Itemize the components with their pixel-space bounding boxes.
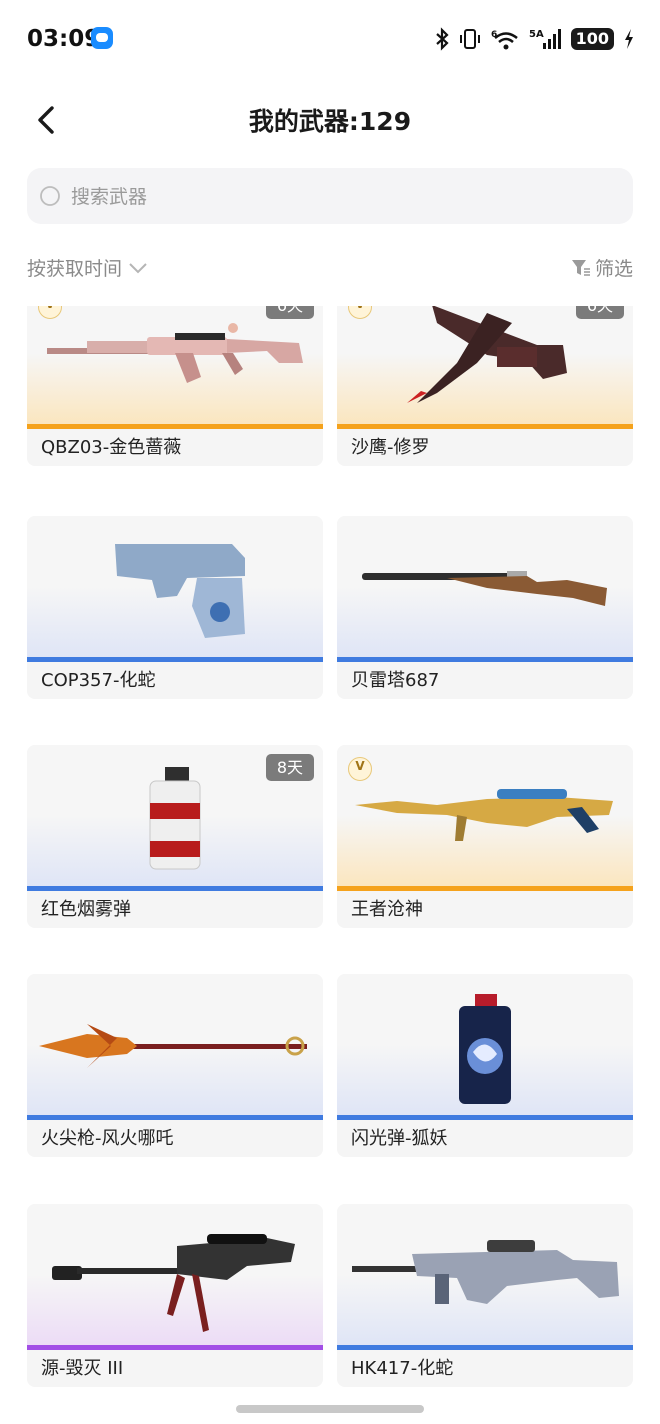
weapon-card[interactable]: QBZ03-金色蔷薇 V 6天 (27, 306, 323, 466)
charging-icon (625, 29, 633, 49)
weapon-image (337, 516, 633, 657)
rarity-stripe (27, 1345, 323, 1350)
search-input[interactable] (69, 168, 613, 226)
weapon-image (337, 306, 633, 424)
weapon-card[interactable]: COP357-化蛇 (27, 516, 323, 699)
weapon-card[interactable]: 沙鹰-修罗 V 6天 (337, 306, 633, 466)
weapon-name: 火尖枪-风火哪吒 (41, 1128, 174, 1149)
weapon-card[interactable]: 红色烟雾弹 8天 (27, 745, 323, 928)
search-icon (40, 186, 60, 206)
rarity-stripe (337, 1115, 633, 1120)
page-title: 我的武器:129 (248, 107, 412, 136)
battery-indicator: 100 (570, 28, 614, 50)
filter-label: 筛选 (594, 258, 633, 280)
rarity-stripe (27, 657, 323, 662)
wifi-icon: 6 (491, 30, 518, 50)
weapon-image (337, 745, 633, 886)
status-time: 03:09 (27, 26, 101, 52)
status-bar: 03:09 6 5A 100 (0, 0, 660, 80)
weapon-card[interactable]: 王者沧神 V (337, 745, 633, 928)
rarity-stripe (27, 424, 323, 429)
search-bar[interactable] (27, 168, 633, 226)
weapon-image (27, 1204, 323, 1345)
weapon-name: 贝雷塔687 (351, 670, 440, 691)
weapon-image (27, 516, 323, 657)
filter-button[interactable]: 筛选 (571, 254, 633, 281)
weapon-image (27, 974, 323, 1115)
rarity-stripe (27, 1115, 323, 1120)
sort-label: 按获取时间 (27, 258, 123, 280)
rarity-stripe (27, 886, 323, 891)
weapon-name: 源-毁灭 III (41, 1358, 124, 1379)
rarity-stripe (337, 657, 633, 662)
weapon-name: 王者沧神 (351, 899, 423, 920)
weapon-card[interactable]: 闪光弹-狐妖 (337, 974, 633, 1157)
weapon-name: QBZ03-金色蔷薇 (41, 437, 182, 458)
weapon-name: HK417-化蛇 (351, 1358, 454, 1379)
days-badge: 6天 (575, 306, 624, 319)
weapon-card[interactable]: 源-毁灭 III (27, 1204, 323, 1387)
weapon-image (27, 306, 323, 424)
vip-mark: V (39, 306, 61, 311)
weapon-card[interactable]: HK417-化蛇 (337, 1204, 633, 1387)
cellular-signal-icon: 5A (529, 29, 561, 49)
bluetooth-icon (435, 27, 449, 51)
weapon-card[interactable]: 贝雷塔687 (337, 516, 633, 699)
status-icons: 6 5A 100 (435, 25, 634, 53)
weapon-name: 闪光弹-狐妖 (351, 1128, 448, 1149)
weapon-name: COP357-化蛇 (41, 670, 156, 691)
message-app-icon (91, 27, 113, 49)
weapon-grid: QBZ03-金色蔷薇 V 6天 沙鹰-修罗 V 6天 COP357-化蛇 贝雷塔… (0, 306, 660, 1398)
rarity-stripe (337, 886, 633, 891)
vip-mark: V (355, 759, 365, 773)
days-badge: 6天 (265, 306, 314, 319)
rarity-stripe (337, 1345, 633, 1350)
weapon-name: 红色烟雾弹 (41, 899, 131, 920)
vip-icon: V (348, 757, 372, 781)
days-badge: 8天 (265, 754, 314, 781)
weapon-image (337, 974, 633, 1115)
weapon-name: 沙鹰-修罗 (351, 437, 430, 458)
home-indicator[interactable] (236, 1405, 424, 1413)
signal-label: 5A (529, 29, 544, 40)
vip-mark: V (349, 306, 371, 311)
rarity-stripe (337, 424, 633, 429)
weapon-image (337, 1204, 633, 1345)
vibrate-icon (459, 29, 480, 49)
sort-dropdown[interactable]: 按获取时间 (27, 254, 148, 281)
chevron-down-icon (129, 262, 147, 273)
filter-icon (571, 259, 590, 276)
weapon-card[interactable]: 火尖枪-风火哪吒 (27, 974, 323, 1157)
